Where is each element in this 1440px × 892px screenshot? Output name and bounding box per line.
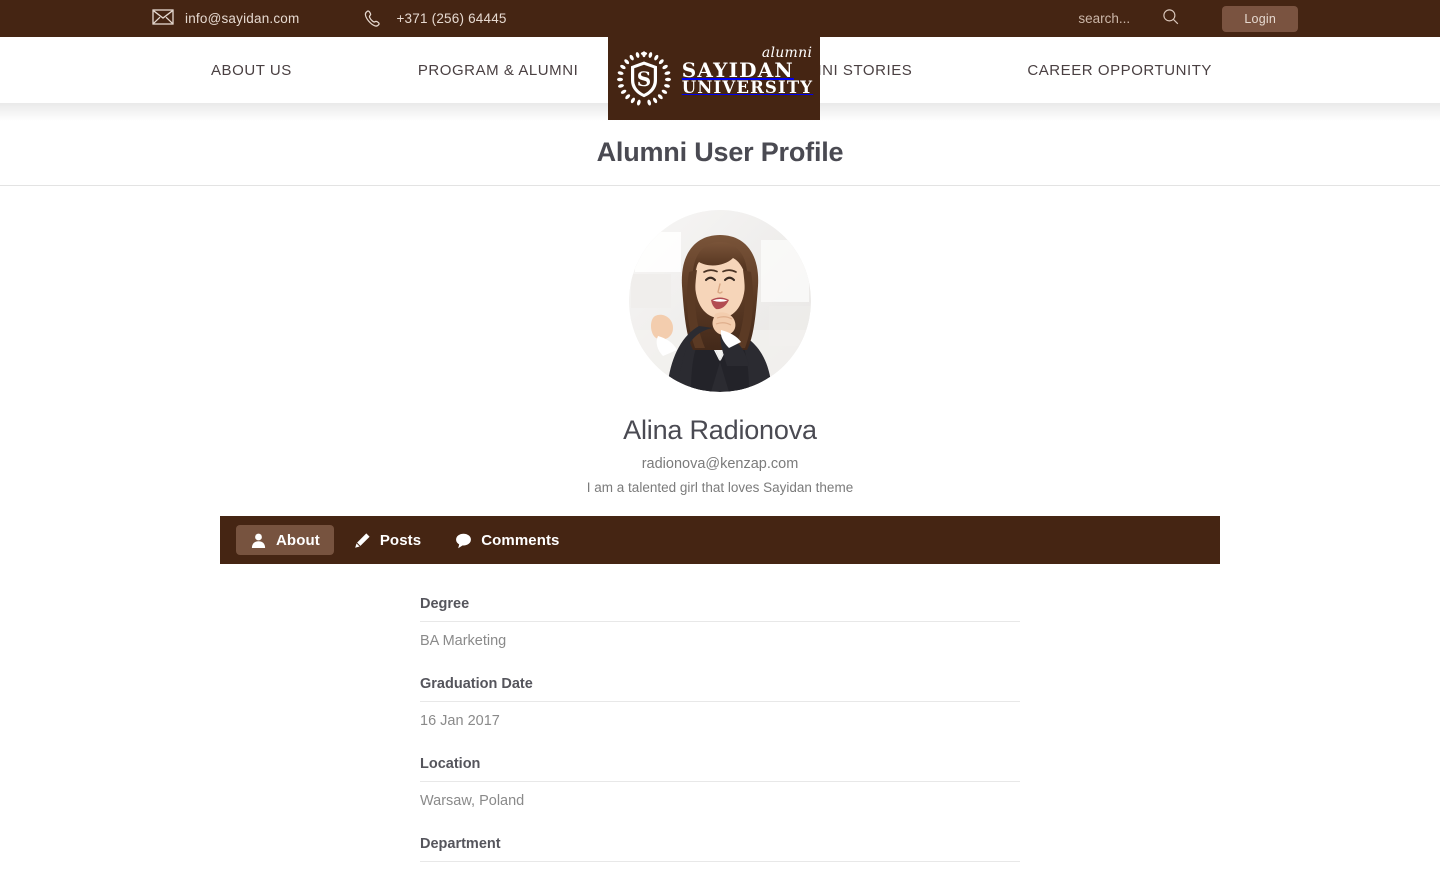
site-logo[interactable]: S alumni SAYIDAN UNIVERSITY — [608, 37, 820, 120]
logo-line-1: SAYIDAN — [681, 57, 794, 82]
detail-value-location: Warsaw, Poland — [420, 793, 525, 809]
tab-about-label: About — [276, 531, 320, 549]
logo-alumni-text: alumni — [761, 44, 813, 61]
search-icon — [1162, 8, 1180, 29]
detail-row: Department — [420, 828, 1020, 892]
detail-label-degree: Degree — [420, 588, 1020, 622]
top-utility-bar: info@sayidan.com +371 (256) 64445 Login — [0, 0, 1440, 37]
profile-header: Alina Radionova radionova@kenzap.com I a… — [0, 185, 1440, 495]
phone-icon — [363, 9, 385, 29]
detail-label-graduation-date: Graduation Date — [420, 668, 1020, 702]
contact-phone-text: +371 (256) 64445 — [396, 11, 507, 26]
contact-email-text: info@sayidan.com — [185, 11, 300, 26]
topbar-actions: Login — [1078, 5, 1298, 32]
comment-icon — [455, 532, 472, 549]
profile-email: radionova@kenzap.com — [641, 456, 799, 472]
contact-email[interactable]: info@sayidan.com — [152, 8, 300, 29]
detail-label-location: Location — [420, 748, 1020, 782]
tab-comments-label: Comments — [481, 531, 560, 549]
logo-line-2: UNIVERSITY — [681, 78, 814, 98]
profile-tab-bar: About Posts Comments — [220, 516, 1220, 564]
svg-text:S: S — [637, 67, 651, 91]
detail-value-department — [420, 862, 1020, 892]
detail-row: Graduation Date 16 Jan 2017 — [420, 668, 1020, 748]
detail-row: Degree BA Marketing — [420, 588, 1020, 668]
nav-item-program-alumni[interactable]: PROGRAM & ALUMNI — [418, 62, 579, 79]
search-input[interactable] — [1078, 11, 1151, 26]
pencil-icon — [354, 532, 371, 549]
logo-wordmark: alumni SAYIDAN UNIVERSITY — [681, 45, 814, 98]
contact-phone[interactable]: +371 (256) 64445 — [363, 9, 506, 29]
detail-value-graduation-date: 16 Jan 2017 — [420, 713, 500, 729]
page-title-section: Alumni User Profile — [0, 120, 1440, 185]
about-details-list: Degree BA Marketing Graduation Date 16 J… — [420, 588, 1020, 892]
nav-links-right: ALUMNI STORIES CAREER OPPORTUNITY — [778, 62, 1212, 79]
nav-item-career-opportunity[interactable]: CAREER OPPORTUNITY — [1027, 62, 1212, 79]
avatar — [629, 210, 811, 392]
nav-links-left: ABOUT US PROGRAM & ALUMNI — [211, 62, 578, 79]
logo-inner: S alumni SAYIDAN UNIVERSITY — [615, 45, 814, 108]
page-title: Alumni User Profile — [596, 137, 844, 167]
login-button[interactable]: Login — [1222, 5, 1298, 32]
tab-comments[interactable]: Comments — [441, 525, 573, 555]
detail-value-degree: BA Marketing — [420, 633, 507, 649]
contact-info-group: info@sayidan.com +371 (256) 64445 — [152, 8, 507, 29]
laurel-shield-s-icon: S — [615, 50, 673, 108]
tab-posts[interactable]: Posts — [340, 525, 435, 555]
detail-label-department: Department — [420, 828, 1020, 862]
profile-bio: I am a talented girl that loves Sayidan … — [586, 480, 854, 495]
nav-item-about-us[interactable]: ABOUT US — [211, 62, 292, 79]
user-icon — [250, 532, 267, 549]
envelope-icon — [152, 8, 174, 29]
tab-about[interactable]: About — [236, 525, 334, 555]
tab-posts-label: Posts — [379, 531, 422, 549]
search-button[interactable] — [1156, 6, 1186, 32]
profile-name: Alina Radionova — [623, 415, 817, 445]
detail-row: Location Warsaw, Poland — [420, 748, 1020, 828]
